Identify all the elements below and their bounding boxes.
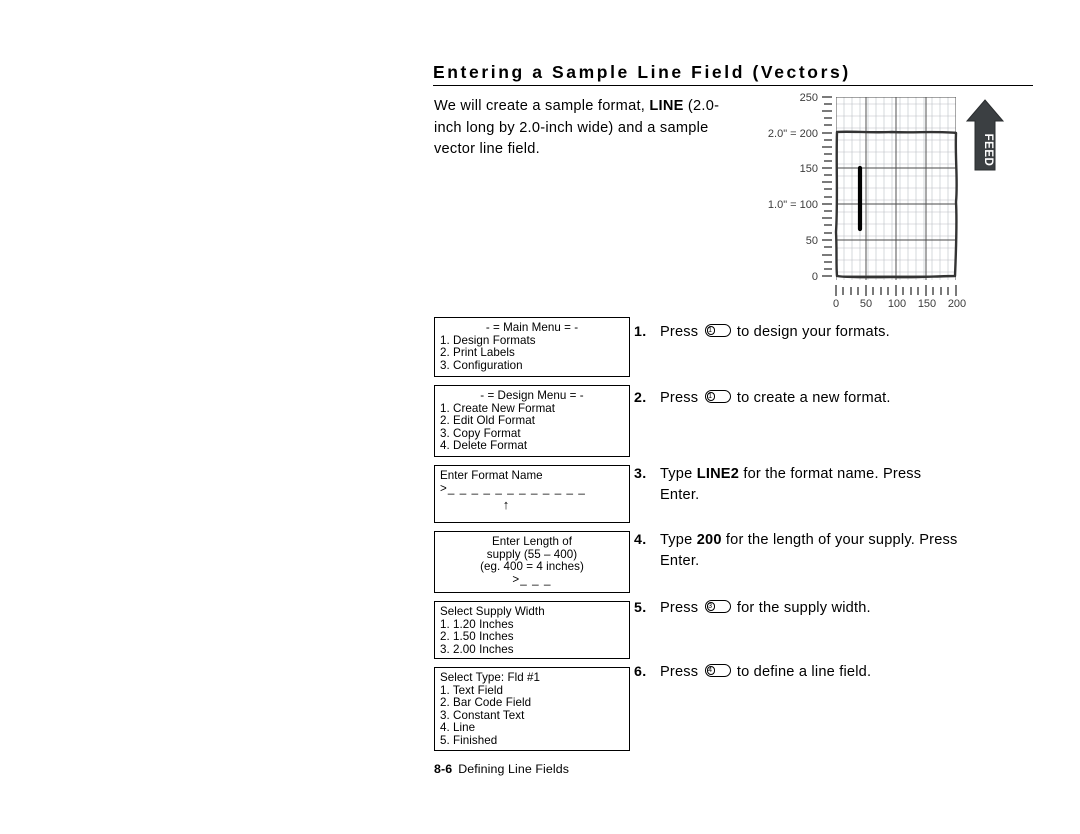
lcd-title: - = Design Menu = - [480,389,584,402]
document-page: Entering a Sample Line Field (Vectors) W… [0,0,1080,834]
chart-major-grid [836,97,956,280]
step-item: 6. Press 4 to define a line field. [634,662,1042,683]
step-text: Press 4 to define a line field. [660,662,1042,683]
page-footer: 8-6 Defining Line Fields [434,762,569,776]
step-number: 5. [634,600,647,616]
y-tick-250: 250 [800,92,818,104]
lcd-title: - = Main Menu = - [485,321,579,334]
y-tick-0: 0 [812,271,818,283]
key-1-icon[interactable]: 1 [704,324,731,337]
y-tick-150: 150 [800,163,818,175]
intro-line-1: We will create a sample format, [434,98,646,114]
key-3-icon[interactable]: 3 [704,600,731,613]
step-number: 1. [634,324,647,340]
step-text: Type 200 for the length of your supply. … [660,530,1042,572]
step-text-pre: Type [660,532,697,548]
x-tick-150: 150 [918,298,936,307]
key-digit: 3 [708,602,712,610]
step-number: 4. [634,532,647,548]
y-tick-100: 1.0" = 100 [768,199,818,211]
key-digit: 1 [708,326,712,334]
x-tick-200: 200 [948,298,966,307]
cursor-indicator-row: ↑ [440,495,624,512]
intro-bold-term: LINE [649,98,684,114]
y-tick-200: 2.0" = 200 [768,128,818,140]
select-supply-width-display: Select Supply Width 1. 1.20 Inches 2. 1.… [434,601,630,659]
lcd-item[interactable]: 2. Print Labels [440,347,624,360]
x-tick-0: 0 [833,298,839,307]
intro-paragraph: We will create a sample format, LINE (2.… [434,96,744,161]
enter-format-name-display: Enter Format Name >_ _ _ _ _ _ _ _ _ _ _… [434,465,630,523]
step-text-post: for the length of your supply. Press [721,532,958,548]
x-tick-50: 50 [860,298,872,307]
lcd-item[interactable]: 3. Configuration [440,359,624,373]
step-item: 1. Press 1 to design your formats. [634,322,1042,343]
enter-length-display: Enter Length of supply (55 – 400) (eg. 4… [434,531,630,593]
key-digit: 1 [708,392,712,400]
step-text-pre: Press [660,600,703,616]
lcd-display-column: - = Main Menu = - 1. Design Formats 2. P… [434,317,630,759]
step-text: Type LINE2 for the format name. Press Ent… [660,464,1042,506]
page-title: Entering a Sample Line Field (Vectors) [433,62,851,82]
step-text-post: to define a line field. [732,664,872,680]
lcd-item[interactable]: 3. 2.00 Inches [440,643,624,657]
step-number: 2. [634,390,647,406]
format-name-input[interactable]: >_ _ _ _ _ _ _ _ _ _ _ _ [440,482,624,496]
lcd-title: Enter Length of [491,535,573,548]
main-menu-display: - = Main Menu = - 1. Design Formats 2. P… [434,317,630,377]
step-number: 3. [634,466,647,482]
step-text-post: for the format name. Press [739,466,922,482]
step-number: 6. [634,664,647,680]
heading-underline [433,85,1033,86]
x-tick-100: 100 [888,298,906,307]
step-text-bold: LINE2 [696,466,740,482]
design-menu-display: - = Design Menu = - 1. Create New Format… [434,385,630,457]
step-text-bold: 200 [696,532,722,548]
lcd-title: Enter Format Name [440,469,543,482]
select-type-display: Select Type: Fld #1 1. Text Field 2. Bar… [434,667,630,751]
step-item: 3. Type LINE2 for the format name. Press… [634,464,1042,506]
lcd-item[interactable]: 2. 1.50 Inches [440,631,624,644]
key-4-icon[interactable]: 4 [704,664,731,677]
chart-svg: 250 2.0" = 200 150 1.0" = 100 50 0 0 50 … [768,92,1005,307]
up-arrow-icon: ↑ [502,497,510,513]
step-item: 5. Press 3 for the supply width. [634,598,1042,619]
lcd-item[interactable]: 5. Finished [440,734,624,748]
step-text-pre: Press [660,324,703,340]
lcd-item[interactable]: 2. Bar Code Field [440,697,624,710]
step-text-pre: Press [660,664,703,680]
footer-page-number: 8-6 [434,762,453,776]
key-digit: 4 [708,666,712,674]
step-text-post: to design your formats. [732,324,890,340]
lcd-item[interactable]: 2. Edit Old Format [440,415,624,428]
step-text: Press 1 to design your formats. [660,322,1042,343]
feed-arrow-label: FEED [982,134,994,167]
chart-y-ticks [822,96,832,277]
step-text: Press 3 for the supply width. [660,598,1042,619]
step-item: 4. Type 200 for the length of your suppl… [634,530,1042,572]
page-heading-block: Entering a Sample Line Field (Vectors) [433,62,1033,86]
lcd-title: Select Supply Width [440,605,545,618]
chart-x-ticks [835,285,957,296]
step-text-post: to create a new format. [732,390,891,406]
step-item: 2. Press 1 to create a new format. [634,388,1042,409]
lcd-title: Select Type: Fld #1 [440,671,540,684]
footer-section-title: Defining Line Fields [458,762,570,776]
step-text-post2: Enter. [660,553,700,569]
y-tick-50: 50 [806,235,818,247]
step-text: Press 1 to create a new format. [660,388,1042,409]
step-text-post2: Enter. [660,487,700,503]
lcd-item[interactable]: 4. Delete Format [440,440,624,453]
step-text-pre: Press [660,390,703,406]
lcd-item: (eg. 400 = 4 inches) [480,560,584,574]
supply-layout-chart: 250 2.0" = 200 150 1.0" = 100 50 0 0 50 … [752,92,1032,307]
step-text-post: for the supply width. [732,600,871,616]
length-input[interactable]: >_ _ _ [440,573,624,587]
key-1-icon[interactable]: 1 [704,390,731,403]
feed-arrow-icon: FEED [965,99,1005,171]
step-text-pre: Type [660,466,697,482]
